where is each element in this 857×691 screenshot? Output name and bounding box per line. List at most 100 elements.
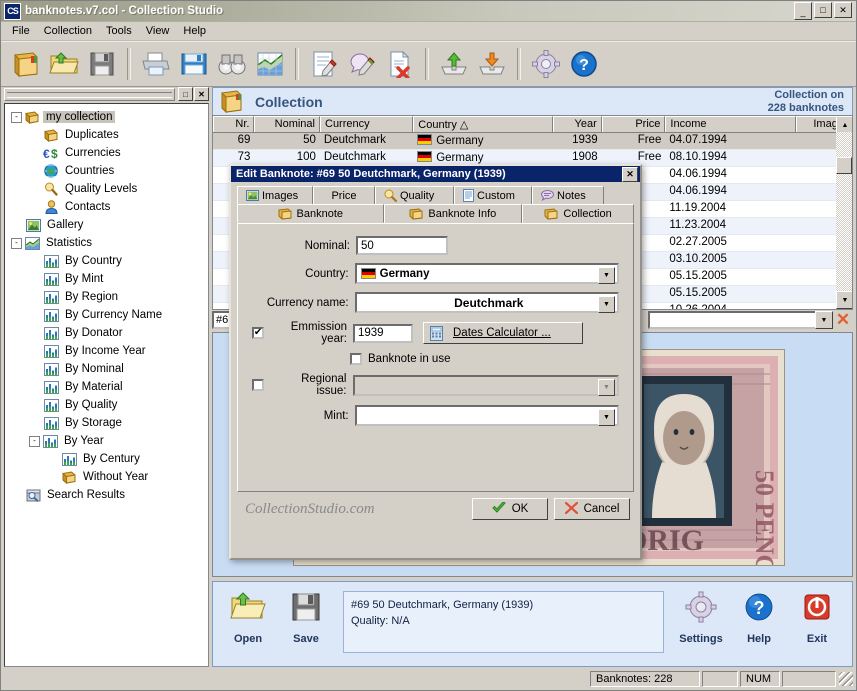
settings-gear-icon[interactable] <box>527 45 565 83</box>
table-vertical-scrollbar[interactable]: ▲ ▼ <box>836 116 852 309</box>
sidebar-item-by-mint[interactable]: By Mint <box>5 270 208 288</box>
menu-item-file[interactable]: File <box>5 23 37 39</box>
tab-collection[interactable]: Collection <box>522 204 634 223</box>
regional-issue-checkbox[interactable] <box>252 379 264 391</box>
menu-item-tools[interactable]: Tools <box>99 23 139 39</box>
currency-combobox[interactable]: Deutchmark ▼ <box>354 292 619 313</box>
dialog-close-icon[interactable]: ✕ <box>622 166 638 182</box>
banknote-in-use-checkbox[interactable] <box>350 353 362 365</box>
tab-images[interactable]: Images <box>237 186 313 204</box>
scroll-down-icon[interactable]: ▼ <box>836 291 852 309</box>
chevron-down-icon[interactable]: ▼ <box>598 409 615 426</box>
tree-expander[interactable]: - <box>11 111 22 123</box>
clear-filter-icon[interactable]: ✕ <box>833 311 853 329</box>
emission-year-input[interactable]: 1939 <box>353 323 413 343</box>
help-icon[interactable]: ? <box>565 45 603 83</box>
binoculars-icon[interactable] <box>213 45 251 83</box>
menu-item-collection[interactable]: Collection <box>37 23 99 39</box>
tab-notes[interactable]: Notes <box>532 186 604 204</box>
sidebar-item-search-results[interactable]: Search Results <box>5 486 208 504</box>
maximize-icon[interactable]: □ <box>814 2 832 18</box>
sidebar-item-by-region[interactable]: By Region <box>5 288 208 306</box>
tab-banknote-info[interactable]: Banknote Info <box>383 204 523 223</box>
import-icon[interactable] <box>435 45 473 83</box>
sidebar-maximize-icon[interactable]: □ <box>178 87 193 101</box>
column-header-currency[interactable]: Currency <box>320 116 414 132</box>
sidebar-item-by-income-year[interactable]: By Income Year <box>5 342 208 360</box>
emission-year-checkbox[interactable]: ✔ <box>252 327 264 339</box>
sidebar-item-by-currency-name[interactable]: By Currency Name <box>5 306 208 324</box>
column-header-nominal[interactable]: Nominal <box>254 116 320 132</box>
sidebar-item-by-century[interactable]: By Century <box>5 450 208 468</box>
tab-quality[interactable]: Quality <box>375 186 454 204</box>
table-row[interactable]: 6950DeutchmarkGermany1939Free04.07.19941 <box>213 133 852 150</box>
nominal-input[interactable]: 50 <box>356 236 448 255</box>
chevron-down-icon[interactable]: ▼ <box>598 296 615 313</box>
settings-button[interactable]: Settings <box>672 587 730 645</box>
sidebar-item-quality-levels[interactable]: Quality Levels <box>5 180 208 198</box>
tab-price[interactable]: Price <box>313 186 375 204</box>
save-as-icon[interactable] <box>175 45 213 83</box>
sidebar-item-duplicates[interactable]: Duplicates <box>5 126 208 144</box>
table-header-row[interactable]: Nr. Nominal Currency Country △ Year Price Inco… <box>213 116 852 133</box>
scrollbar-thumb[interactable] <box>836 157 852 174</box>
column-header-year[interactable]: Year <box>552 116 602 132</box>
chevron-down-icon[interactable]: ▼ <box>598 378 615 396</box>
export-icon[interactable] <box>473 45 511 83</box>
sidebar-item-countries[interactable]: Countries <box>5 162 208 180</box>
scrollbar-track[interactable] <box>836 132 852 293</box>
sidebar-item-by-nominal[interactable]: By Nominal <box>5 360 208 378</box>
tab-custom[interactable]: Custom <box>454 186 532 204</box>
column-header-income[interactable]: Income <box>665 116 796 132</box>
close-icon[interactable]: ✕ <box>834 2 852 18</box>
save-button[interactable]: Save <box>277 587 335 645</box>
sidebar-drag-grip[interactable] <box>4 87 175 101</box>
edit-record-icon[interactable] <box>305 45 343 83</box>
save-icon[interactable] <box>83 45 121 83</box>
filter-search-input[interactable] <box>648 311 833 329</box>
collection-tree[interactable]: - my collection Duplicates € $ Currencies Coun… <box>4 103 209 667</box>
menu-item-help[interactable]: Help <box>176 23 213 39</box>
cancel-button[interactable]: Cancel <box>554 498 630 520</box>
exit-button[interactable]: Exit <box>788 587 846 645</box>
table-cell-income: 11.19.2004 <box>669 202 727 214</box>
sidebar-item-statistics[interactable]: - Statistics <box>5 234 208 252</box>
ok-button[interactable]: OK <box>472 498 548 520</box>
open-button[interactable]: Open <box>219 587 277 645</box>
mint-combobox[interactable]: ▼ <box>354 405 619 426</box>
chevron-down-icon[interactable]: ▼ <box>815 311 833 329</box>
sidebar-item-by-storage[interactable]: By Storage <box>5 414 208 432</box>
column-header-price[interactable]: Price <box>601 116 666 132</box>
regional-issue-combobox[interactable]: ▼ <box>352 374 619 396</box>
germany-flag-icon <box>360 268 376 279</box>
sidebar-item-gallery[interactable]: Gallery <box>5 216 208 234</box>
statistics-chart-icon[interactable] <box>251 45 289 83</box>
sidebar-item-by-quality[interactable]: By Quality <box>5 396 208 414</box>
tree-expander[interactable]: - <box>11 237 22 249</box>
chevron-down-icon[interactable]: ▼ <box>598 267 615 284</box>
country-combobox[interactable]: Germany ▼ <box>354 263 619 284</box>
print-icon[interactable] <box>137 45 175 83</box>
sidebar-item-my-collection[interactable]: - my collection <box>5 108 208 126</box>
sidebar-item-contacts[interactable]: Contacts <box>5 198 208 216</box>
sidebar-item-by-year[interactable]: - By Year <box>5 432 208 450</box>
delete-record-icon[interactable] <box>381 45 419 83</box>
sidebar-item-currencies[interactable]: € $ Currencies <box>5 144 208 162</box>
sidebar-item-by-material[interactable]: By Material <box>5 378 208 396</box>
tab-banknote[interactable]: Banknote <box>237 204 384 223</box>
sidebar-item-by-donator[interactable]: By Donator <box>5 324 208 342</box>
resize-grip[interactable] <box>839 672 853 686</box>
collection-open-icon[interactable] <box>7 45 45 83</box>
menu-item-view[interactable]: View <box>139 23 177 39</box>
sidebar-item-by-country[interactable]: By Country <box>5 252 208 270</box>
help-button[interactable]: ? Help <box>730 587 788 645</box>
dates-calculator-button[interactable]: Dates Calculator ... <box>423 322 583 344</box>
minimize-icon[interactable]: _ <box>794 2 812 20</box>
tree-expander[interactable]: - <box>29 435 40 447</box>
column-header-nr[interactable]: Nr. <box>213 116 255 132</box>
folder-open-icon[interactable] <box>45 45 83 83</box>
sidebar-item-without-year[interactable]: Without Year <box>5 468 208 486</box>
sidebar-close-icon[interactable]: ✕ <box>194 87 209 101</box>
edit-comment-icon[interactable] <box>343 45 381 83</box>
column-header-country[interactable]: Country △ <box>413 116 553 132</box>
